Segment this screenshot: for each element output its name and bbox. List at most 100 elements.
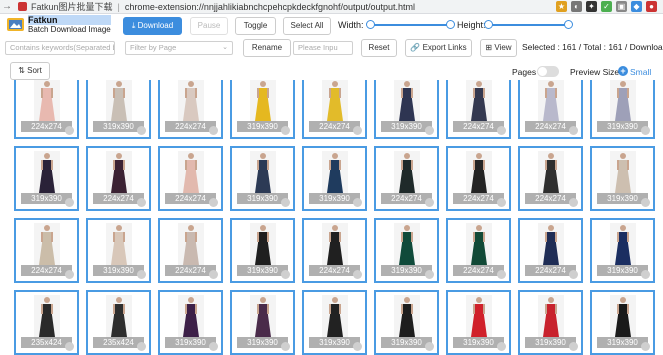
image-tile[interactable]: 319x390 — [230, 290, 295, 355]
export-links-button[interactable]: 🔗 Export Links — [405, 39, 472, 57]
image-tile[interactable]: 224x274 — [518, 218, 583, 283]
extension-icon[interactable]: ◆ — [631, 1, 642, 12]
image-tile[interactable]: 319x390 — [446, 290, 511, 355]
toggle-button[interactable]: Toggle — [235, 17, 276, 35]
select-check-icon[interactable] — [425, 198, 434, 207]
select-check-icon[interactable] — [137, 198, 146, 207]
image-tile[interactable]: 224x274 — [302, 218, 367, 283]
rename-input[interactable]: Please Inpu — [293, 41, 353, 55]
width-slider-track[interactable] — [370, 24, 450, 26]
select-check-icon[interactable] — [641, 198, 650, 207]
select-check-icon[interactable] — [569, 270, 578, 279]
download-button[interactable]: ⤓ Download — [123, 17, 182, 35]
image-tile[interactable]: 224x274 — [158, 80, 223, 139]
image-tile[interactable]: 224x274 — [86, 146, 151, 211]
rename-button[interactable]: Rename — [243, 39, 291, 57]
select-check-icon[interactable] — [497, 342, 506, 351]
select-check-icon[interactable] — [137, 126, 146, 135]
select-check-icon[interactable] — [497, 126, 506, 135]
image-tile[interactable]: 319x390 — [590, 218, 655, 283]
select-check-icon[interactable] — [281, 342, 290, 351]
image-tile[interactable]: 224x274 — [446, 146, 511, 211]
select-check-icon[interactable] — [65, 126, 74, 135]
select-check-icon[interactable] — [353, 270, 362, 279]
reset-button[interactable]: Reset — [361, 39, 397, 57]
image-tile[interactable]: 319x390 — [374, 290, 439, 355]
select-check-icon[interactable] — [209, 126, 218, 135]
select-check-icon[interactable] — [281, 270, 290, 279]
select-check-icon[interactable] — [137, 342, 146, 351]
image-tile[interactable]: 224x274 — [302, 80, 367, 139]
extension-icon[interactable]: ✦ — [586, 1, 597, 12]
select-check-icon[interactable] — [209, 342, 218, 351]
select-check-icon[interactable] — [641, 342, 650, 351]
image-tile[interactable]: 319x390 — [590, 290, 655, 355]
image-tile[interactable]: 319x390 — [230, 146, 295, 211]
image-tile[interactable]: 319x390 — [230, 218, 295, 283]
select-check-icon[interactable] — [641, 270, 650, 279]
image-tile[interactable]: 224x274 — [158, 146, 223, 211]
extension-icon[interactable]: ● — [646, 1, 657, 12]
image-tile[interactable]: 224x274 — [158, 218, 223, 283]
select-check-icon[interactable] — [425, 342, 434, 351]
keywords-filter-input[interactable]: Contains keywords(Separated b — [5, 41, 115, 55]
select-check-icon[interactable] — [425, 126, 434, 135]
select-check-icon[interactable] — [425, 270, 434, 279]
select-check-icon[interactable] — [209, 270, 218, 279]
select-check-icon[interactable] — [353, 198, 362, 207]
select-check-icon[interactable] — [65, 198, 74, 207]
image-tile[interactable]: 235x424 — [86, 290, 151, 355]
select-check-icon[interactable] — [569, 126, 578, 135]
image-tile[interactable]: 224x274 — [518, 146, 583, 211]
select-check-icon[interactable] — [569, 198, 578, 207]
sort-button[interactable]: ⇅ Sort — [10, 62, 50, 80]
select-all-button[interactable]: Select All — [283, 17, 331, 35]
image-tile[interactable]: 319x390 — [374, 80, 439, 139]
image-tile[interactable]: 224x274 — [374, 146, 439, 211]
image-tile[interactable]: 224x274 — [446, 218, 511, 283]
height-slider-track[interactable] — [489, 24, 569, 26]
pages-toggle[interactable] — [537, 66, 559, 77]
preview-size-value[interactable]: Small — [630, 66, 651, 78]
select-check-icon[interactable] — [281, 126, 290, 135]
image-tile[interactable]: 319x390 — [14, 146, 79, 211]
view-button[interactable]: ⊞ View — [480, 39, 517, 57]
image-tile[interactable]: 224x274 — [14, 80, 79, 139]
select-check-icon[interactable] — [281, 198, 290, 207]
image-tile[interactable]: 319x390 — [302, 290, 367, 355]
select-check-icon[interactable] — [353, 342, 362, 351]
select-check-icon[interactable] — [65, 342, 74, 351]
forward-arrow-icon[interactable]: → — [0, 1, 14, 12]
select-check-icon[interactable] — [641, 126, 650, 135]
image-tile[interactable]: 319x390 — [590, 80, 655, 139]
image-tile[interactable]: 319x390 — [158, 290, 223, 355]
image-tile[interactable]: 319x390 — [518, 290, 583, 355]
image-tile[interactable]: 319x390 — [302, 146, 367, 211]
height-slider-max-handle[interactable] — [564, 20, 573, 29]
select-check-icon[interactable] — [497, 198, 506, 207]
select-check-icon[interactable] — [137, 270, 146, 279]
image-tile[interactable]: 224x274 — [518, 80, 583, 139]
select-check-icon[interactable] — [65, 270, 74, 279]
image-tile[interactable]: 235x424 — [14, 290, 79, 355]
image-tile[interactable]: 319x390 — [86, 218, 151, 283]
extension-icon[interactable]: ★ — [556, 1, 567, 12]
pause-button[interactable]: Pause — [190, 17, 228, 35]
image-tile[interactable]: 224x274 — [14, 218, 79, 283]
select-check-icon[interactable] — [569, 342, 578, 351]
extension-icon[interactable]: ◐ — [571, 1, 582, 12]
image-tile[interactable]: 319x390 — [86, 80, 151, 139]
width-slider-min-handle[interactable] — [366, 20, 375, 29]
height-slider-min-handle[interactable] — [484, 20, 493, 29]
page-filter-select[interactable]: Filter by Page ⌄ — [125, 41, 233, 55]
extension-icon[interactable]: ▣ — [616, 1, 627, 12]
width-slider-max-handle[interactable] — [446, 20, 455, 29]
image-tile[interactable]: 319x390 — [230, 80, 295, 139]
check-icon[interactable]: ✓ — [601, 1, 612, 12]
image-tile[interactable]: 224x274 — [446, 80, 511, 139]
select-check-icon[interactable] — [353, 126, 362, 135]
select-check-icon[interactable] — [209, 198, 218, 207]
image-tile[interactable]: 319x390 — [590, 146, 655, 211]
url-text[interactable]: chrome-extension://nnjjahlikiabnchcpehcp… — [125, 2, 415, 12]
image-tile[interactable]: 319x390 — [374, 218, 439, 283]
